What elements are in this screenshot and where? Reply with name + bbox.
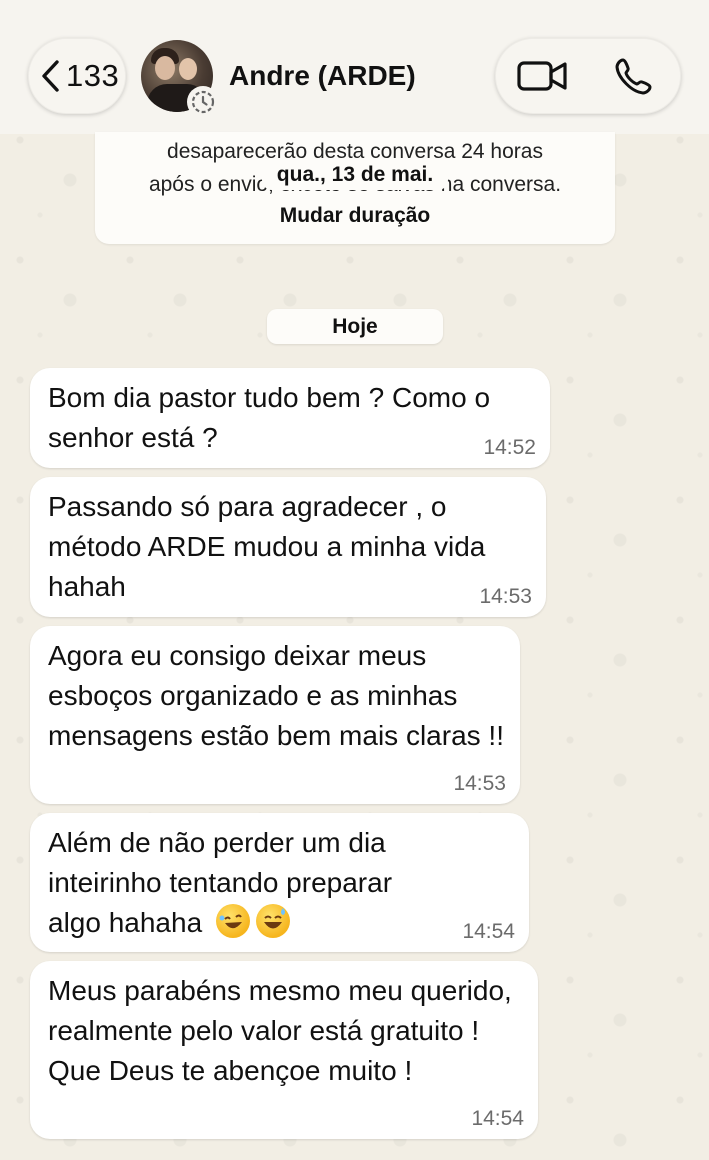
message-time: 14:54 [462, 920, 515, 943]
message-bubble[interactable]: Passando só para agradecer , o método AR… [30, 477, 546, 617]
message-text: Meus parabéns mesmo meu querido, realmen… [48, 975, 512, 1086]
message-time: 14:53 [479, 585, 532, 608]
message-bubble[interactable]: Além de não perder um dia inteirinho ten… [30, 813, 529, 952]
message-time: 14:52 [483, 436, 536, 459]
back-button[interactable]: 133 [28, 38, 126, 114]
message-text: Passando só para agradecer , o método AR… [48, 491, 486, 602]
phone-icon [615, 58, 652, 95]
message-text: Agora eu consigo deixar meus esboços org… [48, 640, 504, 751]
message-bubble[interactable]: Bom dia pastor tudo bem ? Como o senhor … [30, 368, 550, 468]
message-text: Bom dia pastor tudo bem ? Como o senhor … [48, 382, 491, 453]
day-separator: Hoje [267, 309, 443, 344]
chat-header: 133 Andre (ARDE) [0, 0, 709, 134]
disappearing-timer-icon [187, 86, 219, 118]
change-duration-link[interactable]: Mudar duração [95, 204, 615, 228]
unread-count: 133 [66, 58, 120, 93]
video-call-button[interactable] [517, 56, 569, 96]
floating-date-label: qua., 13 de mai. [262, 160, 448, 190]
message-time: 14:54 [471, 1107, 524, 1130]
call-actions [495, 38, 681, 114]
message-time: 14:53 [453, 772, 506, 795]
voice-call-button[interactable] [611, 54, 657, 98]
message-bubble[interactable]: Agora eu consigo deixar meus esboços org… [30, 626, 520, 804]
contact-name[interactable]: Andre (ARDE) [229, 60, 416, 92]
message-text-wrap: Além de não perder um dia inteirinho ten… [48, 823, 439, 943]
rolling-on-floor-laughing-icon [215, 904, 250, 938]
message-bubble[interactable]: Meus parabéns mesmo meu querido, realmen… [30, 961, 538, 1139]
chevron-left-icon [42, 60, 59, 92]
video-camera-icon [517, 61, 567, 91]
grinning-sweat-icon [255, 904, 290, 938]
